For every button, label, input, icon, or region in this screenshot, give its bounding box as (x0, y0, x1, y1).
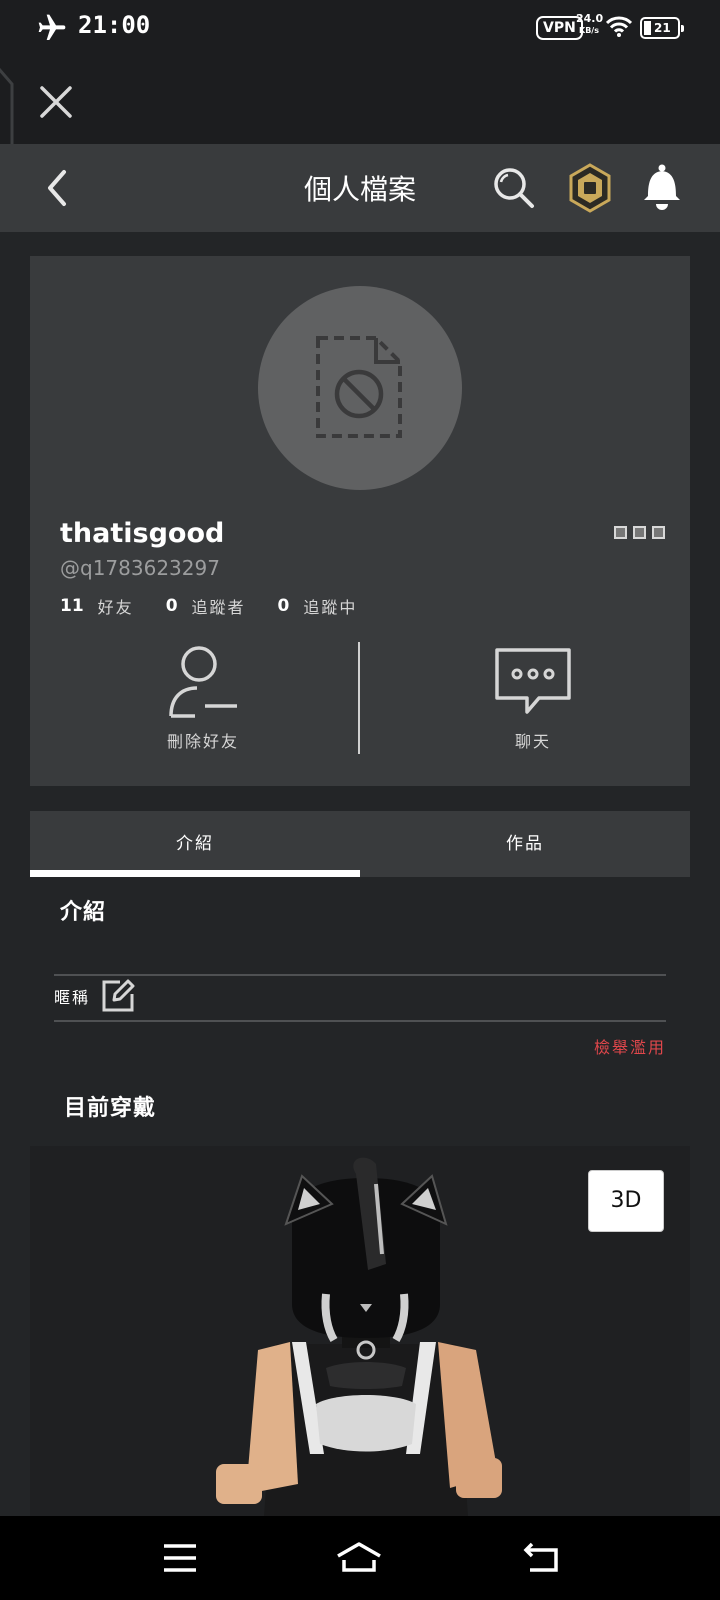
notification-bell-icon[interactable] (640, 162, 684, 212)
followers-count[interactable]: 0 (166, 596, 178, 616)
profile-actions: 刪除好友 聊天 (30, 642, 690, 762)
battery-level: 21 (654, 21, 671, 35)
image-unavailable-icon (316, 336, 402, 438)
search-icon[interactable] (490, 164, 538, 212)
avatar-preview[interactable]: 3D (30, 1146, 690, 1516)
friends-label[interactable]: 好友 (98, 594, 134, 618)
social-stats: 11 好友 0 追蹤者 0 追蹤中 (60, 594, 389, 618)
nickname-row: 暱稱 (54, 976, 136, 1016)
following-count[interactable]: 0 (278, 596, 290, 616)
battery-icon: 21 (640, 17, 684, 39)
network-speed-unit: KB/s (579, 26, 599, 35)
avatar[interactable] (258, 286, 462, 490)
airplane-mode-icon (38, 14, 66, 40)
tab-about[interactable]: 介紹 (30, 811, 360, 877)
robux-icon[interactable] (566, 162, 614, 214)
close-icon[interactable] (36, 82, 76, 122)
edit-icon[interactable] (100, 978, 136, 1014)
back-nav-icon[interactable] (522, 1540, 562, 1576)
top-bar (0, 54, 720, 181)
remove-friend-button[interactable]: 刪除好友 (38, 642, 368, 762)
header: 個人檔案 (0, 144, 720, 232)
chat-button[interactable]: 聊天 (368, 642, 698, 762)
username: thatisgood (60, 518, 225, 549)
system-navigation-bar (0, 1516, 720, 1600)
report-abuse-link[interactable]: 檢舉濫用 (594, 1034, 666, 1058)
status-bar: 21:00 VPN 24.0 KB/s 21 (0, 0, 720, 54)
user-handle: @q1783623297 (60, 556, 220, 580)
menu-icon[interactable] (160, 1540, 200, 1576)
view-3d-button[interactable]: 3D (588, 1170, 664, 1232)
avatar-figure (216, 1157, 502, 1516)
friends-count[interactable]: 11 (60, 596, 84, 616)
more-options-icon[interactable] (614, 526, 665, 540)
following-label[interactable]: 追蹤中 (303, 594, 357, 618)
home-icon[interactable] (334, 1540, 384, 1576)
remove-friend-icon (169, 646, 237, 718)
followers-label[interactable]: 追蹤者 (192, 594, 246, 618)
clock: 21:00 (78, 11, 151, 39)
nickname-label: 暱稱 (54, 988, 91, 1007)
network-speed: 24.0 KB/s (576, 12, 604, 37)
profile-card: thatisgood @q1783623297 11 好友 0 追蹤者 0 追蹤… (30, 256, 690, 786)
divider (54, 974, 666, 976)
chat-label: 聊天 (514, 732, 551, 751)
remove-friend-label: 刪除好友 (166, 732, 239, 751)
chat-bubble-icon (495, 648, 571, 714)
currently-wearing-title: 目前穿戴 (64, 1096, 157, 1121)
tab-creations[interactable]: 作品 (360, 811, 690, 877)
actions-divider (358, 642, 360, 754)
divider (54, 1020, 666, 1022)
network-speed-value: 24.0 (576, 12, 604, 25)
wifi-icon (606, 16, 632, 37)
about-title: 介紹 (60, 900, 107, 925)
profile-tabs: 介紹 作品 (30, 811, 690, 877)
